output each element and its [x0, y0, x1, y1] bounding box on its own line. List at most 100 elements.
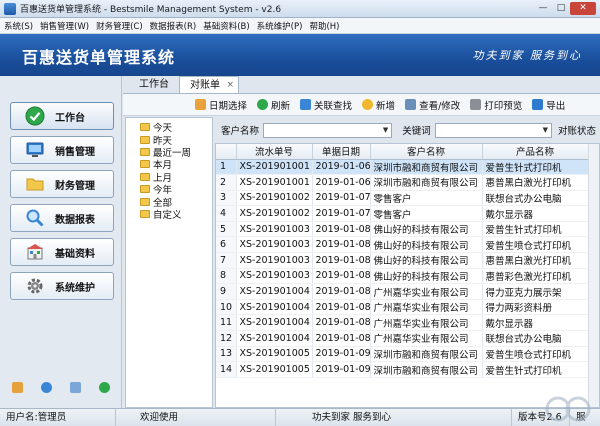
cell-row-number: 1	[216, 159, 237, 176]
minimize-button[interactable]: —	[534, 2, 552, 15]
cell-row-number: 12	[216, 330, 237, 347]
clock-icon[interactable]	[41, 382, 52, 393]
monitor-icon	[25, 140, 45, 160]
export-button[interactable]: 导出	[532, 98, 565, 112]
close-button[interactable]: ✕	[570, 2, 596, 15]
menu-maintenance[interactable]: 系统维护(P)	[257, 20, 303, 32]
view-edit-button[interactable]: 查看/修改	[405, 98, 460, 112]
header-product-name[interactable]: 产品名称	[482, 144, 589, 160]
print-preview-label: 打印预览	[484, 100, 523, 112]
table-row[interactable]: 14 XS-201901005 2019-01-09 深圳市融和商贸有限公司 爱普生针式…	[216, 361, 589, 378]
table-row[interactable]: 9 XS-201901004 2019-01-08 广州嘉华实业有限公司 得力亚克力展示…	[216, 283, 589, 300]
folder-icon	[140, 147, 150, 156]
folder-icon	[140, 135, 150, 144]
cell-serial-number: XS-201901001	[236, 174, 313, 191]
cell-product-name: 爱普生针式打印机	[482, 221, 589, 238]
menu-bar: 系统(S) 销售管理(W) 财务管理(C) 数据报表(R) 基础资料(B) 系统…	[0, 18, 600, 34]
app-icon	[4, 2, 16, 15]
cell-product-name: 戴尔显示器	[482, 205, 589, 222]
cell-customer-name: 广州嘉华实业有限公司	[370, 299, 483, 316]
nav-reports-button[interactable]: 数据报表	[10, 204, 114, 232]
table-row[interactable]: 8 XS-201901003 2019-01-08 佛山好的科技有限公司 惠普彩色激光打…	[216, 268, 589, 285]
tree-item-this-year[interactable]: 今年	[126, 183, 212, 196]
menu-system[interactable]: 系统(S)	[4, 20, 33, 32]
notepad-icon[interactable]	[70, 382, 81, 393]
table-row[interactable]: 12 XS-201901004 2019-01-08 广州嘉华实业有限公司 联想台式办公…	[216, 330, 589, 347]
table-row[interactable]: 1 XS-201901001 2019-01-06 深圳市融和商贸有限公司 爱普生针式打…	[216, 159, 589, 176]
add-button[interactable]: 新增	[362, 98, 395, 112]
tree-item-today[interactable]: 今天	[126, 121, 212, 134]
cell-row-number: 5	[216, 221, 237, 238]
header-serial-number[interactable]: 流水单号	[236, 144, 313, 160]
nav-maintenance-label: 系统维护	[55, 282, 95, 294]
document-edit-icon	[405, 99, 417, 110]
tree-item-all[interactable]: 全部	[126, 195, 212, 209]
cell-serial-number: XS-201901001	[236, 159, 313, 176]
cell-row-number: 3	[216, 190, 237, 207]
tree-item-last-week[interactable]: 最近一周	[126, 146, 212, 159]
table-body: 1 XS-201901001 2019-01-06 深圳市融和商贸有限公司 爱普生针式打…	[216, 159, 589, 378]
nav-workbench-label: 工作台	[55, 112, 85, 124]
cell-document-date: 2019-01-09	[312, 361, 371, 378]
cell-product-name: 得力亚克力展示架	[482, 283, 589, 300]
nav-sales-button[interactable]: 销售管理	[10, 136, 114, 164]
customer-name-select[interactable]: ▼	[263, 122, 393, 138]
menu-help[interactable]: 帮助(H)	[309, 20, 339, 32]
header-customer-name[interactable]: 客户名称	[370, 144, 483, 160]
table-row[interactable]: 13 XS-201901005 2019-01-09 深圳市融和商贸有限公司 爱普生喷仓…	[216, 346, 589, 363]
table-row[interactable]: 4 XS-201901002 2019-01-07 零售客户 戴尔显示器	[216, 205, 589, 222]
cell-serial-number: XS-201901003	[236, 268, 313, 285]
tab-close-icon[interactable]: ×	[226, 77, 234, 94]
tree-item-custom[interactable]: 自定义	[126, 208, 212, 221]
nav-finance-label: 财务管理	[55, 180, 95, 192]
cell-serial-number: XS-201901004	[236, 314, 313, 332]
tree-item-this-month[interactable]: 本月	[126, 158, 212, 171]
banner: 百惠送货单管理系统 功夫到家 服务到心	[0, 34, 600, 76]
refresh-icon[interactable]	[99, 382, 110, 393]
watermark-logo	[545, 396, 591, 422]
cell-document-date: 2019-01-08	[312, 236, 371, 254]
nav-workbench-button[interactable]: 工作台	[10, 102, 114, 130]
table-row[interactable]: 2 XS-201901001 2019-01-06 深圳市融和商贸有限公司 惠普黑白激光…	[216, 174, 589, 191]
folder-icon	[140, 209, 150, 218]
print-preview-button[interactable]: 打印预览	[470, 98, 522, 112]
refresh-button[interactable]: 刷新	[257, 98, 290, 112]
maximize-button[interactable]: □	[552, 2, 570, 15]
cell-customer-name: 佛山好的科技有限公司	[370, 221, 483, 238]
date-filter-tree: 今天 昨天 最近一周 本月 上月 今年 全部 自定义	[125, 117, 213, 408]
cell-serial-number: XS-201901004	[236, 330, 313, 347]
magnifier-icon	[25, 208, 45, 228]
gear-icon	[25, 276, 45, 296]
menu-reports[interactable]: 数据报表(R)	[150, 20, 197, 32]
table-row[interactable]: 11 XS-201901004 2019-01-08 广州嘉华实业有限公司 戴尔显示器	[216, 314, 589, 332]
table-row[interactable]: 3 XS-201901002 2019-01-07 零售客户 联想台式办公电脑	[216, 190, 589, 207]
tab-workbench[interactable]: 工作台	[129, 76, 179, 93]
tree-item-last-month[interactable]: 上月	[126, 171, 212, 184]
keyword-select[interactable]: ▼	[434, 122, 552, 138]
nav-finance-button[interactable]: 财务管理	[10, 170, 114, 198]
linked-search-button[interactable]: 关联查找	[300, 98, 352, 112]
cell-serial-number: XS-201901003	[236, 252, 313, 269]
menu-sales[interactable]: 销售管理(W)	[40, 20, 89, 32]
nav-basic-data-button[interactable]: 基础资料	[10, 238, 114, 266]
table-row[interactable]: 6 XS-201901003 2019-01-08 佛山好的科技有限公司 爱普生喷仓式打…	[216, 236, 589, 254]
cell-product-name: 得力两彩资料册	[482, 299, 589, 316]
header-document-date[interactable]: 单据日期	[312, 144, 371, 160]
tree-item-yesterday[interactable]: 昨天	[126, 133, 212, 147]
cell-serial-number: XS-201901005	[236, 346, 313, 363]
calculator-icon[interactable]	[12, 382, 23, 393]
table-row[interactable]: 10 XS-201901004 2019-01-08 广州嘉华实业有限公司 得力两彩资料…	[216, 299, 589, 316]
cell-product-name: 爱普生喷仓式打印机	[482, 346, 589, 363]
cell-document-date: 2019-01-08	[312, 314, 371, 332]
menu-basic-data[interactable]: 基础资料(B)	[203, 20, 249, 32]
menu-finance[interactable]: 财务管理(C)	[96, 20, 143, 32]
nav-maintenance-button[interactable]: 系统维护	[10, 272, 114, 300]
tab-statement[interactable]: 对账单 ×	[179, 76, 239, 93]
title-bar: 百惠送货单管理系统 - Bestsmile Management System …	[0, 0, 600, 18]
date-select-button[interactable]: 日期选择	[195, 98, 247, 112]
vertical-scrollbar[interactable]	[588, 144, 599, 407]
cell-document-date: 2019-01-07	[312, 205, 371, 222]
table-row[interactable]: 7 XS-201901003 2019-01-08 佛山好的科技有限公司 惠普黑白激光打…	[216, 252, 589, 269]
cell-document-date: 2019-01-06	[312, 159, 371, 176]
table-row[interactable]: 5 XS-201901003 2019-01-08 佛山好的科技有限公司 爱普生针式打印…	[216, 221, 589, 238]
